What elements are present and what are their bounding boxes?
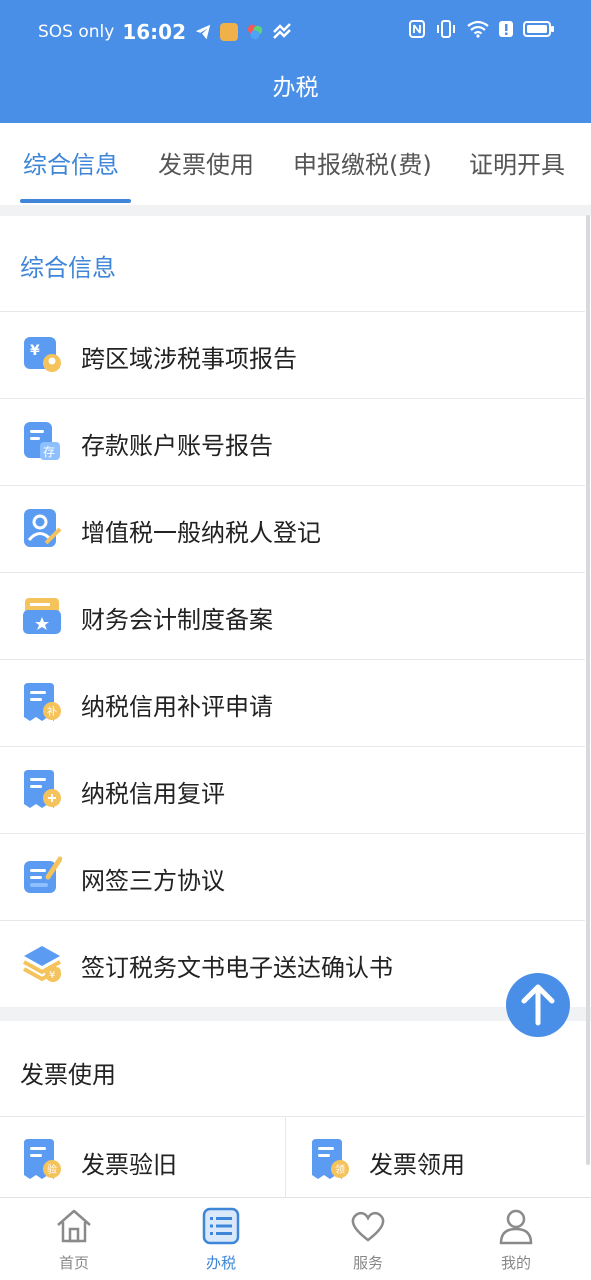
accounting-folder-icon: [23, 598, 61, 634]
list-item-credit-supplement[interactable]: 补 纳税信用补评申请: [0, 660, 585, 746]
battery-icon: [523, 21, 554, 37]
nav-label: 服务: [352, 1254, 383, 1272]
deposit-account-icon: 存: [24, 422, 60, 460]
vibrate-icon: [437, 20, 455, 38]
svg-text:补: 补: [47, 705, 57, 718]
nav-service[interactable]: 服务: [318, 1206, 418, 1273]
online-agreement-icon: [24, 856, 62, 893]
list-item-label: 增值税一般纳税人登记: [81, 519, 321, 547]
svg-text:¥: ¥: [49, 970, 55, 981]
list-item-deposit-account[interactable]: 存 存款账户账号报告: [0, 399, 585, 485]
list-item-e-delivery[interactable]: ¥ 签订税务文书电子送达确认书: [0, 921, 585, 1007]
list-item-label: 存款账户账号报告: [81, 432, 273, 460]
section-title-general: 综合信息: [20, 254, 116, 282]
grid-item-invoice-receive[interactable]: 领 发票领用: [288, 1117, 573, 1199]
tab-general-info[interactable]: 综合信息: [23, 145, 119, 180]
arrow-up-icon: [521, 984, 555, 1026]
tab-bar: 综合信息 发票使用 申报缴税(费) 证明开具: [0, 123, 591, 205]
list-item-vat-taxpayer[interactable]: 增值税一般纳税人登记: [0, 486, 585, 572]
page-title: 办税: [272, 75, 319, 101]
heart-icon: [351, 1211, 385, 1242]
top-bar: SOS only 16:02 办税: [0, 0, 591, 123]
cross-region-report-icon: ¥: [24, 337, 61, 372]
status-right: [409, 20, 555, 38]
nav-mine[interactable]: 我的: [466, 1206, 566, 1273]
nav-label: 首页: [58, 1254, 89, 1272]
status-time: 16:02: [122, 20, 186, 44]
list-item-credit-review[interactable]: 纳税信用复评: [0, 747, 585, 833]
user-icon: [499, 1209, 533, 1245]
grid-item-invoice-verify[interactable]: 验 发票验旧: [0, 1117, 285, 1199]
wifi-icon: [467, 20, 489, 38]
list-item-label: 纳税信用复评: [81, 780, 225, 808]
grid-item-label: 发票领用: [369, 1151, 465, 1179]
grid-divider: [285, 1117, 286, 1197]
credit-supplement-icon: 补: [24, 683, 61, 721]
list-item-online-agreement[interactable]: 网签三方协议: [0, 834, 585, 920]
tax-list-icon: [202, 1207, 240, 1245]
app-notification-icon: [220, 23, 238, 41]
list-item-label: 签订税务文书电子送达确认书: [81, 954, 393, 982]
scroll-to-top-button[interactable]: [506, 973, 570, 1037]
list-item-label: 网签三方协议: [81, 867, 225, 895]
section-title-invoice: 发票使用: [20, 1061, 116, 1089]
network-status-text: SOS only: [38, 22, 115, 42]
nav-label: 办税: [205, 1254, 236, 1272]
vat-taxpayer-icon: [24, 509, 62, 547]
section-gap: [0, 1007, 591, 1021]
list-item-label: 纳税信用补评申请: [81, 693, 273, 721]
active-tab-indicator: [20, 199, 131, 203]
invoice-receive-icon: 领: [312, 1139, 349, 1179]
screen: SOS only 16:02 办税 综合信息 发票使用 申报缴税(费) 证明开具: [0, 0, 591, 1280]
tab-declare-pay[interactable]: 申报缴税(费): [293, 145, 432, 180]
svg-text:领: 领: [335, 1163, 345, 1176]
telegram-icon: [195, 24, 211, 40]
tab-certificate[interactable]: 证明开具: [469, 145, 565, 180]
bottom-navigation: 首页 办税 服务 我的: [0, 1197, 591, 1280]
credit-review-icon: [24, 770, 61, 808]
status-bar: SOS only 16:02: [0, 0, 591, 62]
list-item-accounting-filing[interactable]: 财务会计制度备案: [0, 573, 585, 659]
e-delivery-icon: ¥: [23, 946, 61, 982]
nav-label: 我的: [500, 1254, 531, 1272]
grid-item-label: 发票验旧: [81, 1151, 177, 1179]
list-item-cross-region-report[interactable]: ¥ 跨区域涉税事项报告: [0, 312, 585, 398]
tab-invoice-use[interactable]: 发票使用: [158, 145, 254, 180]
home-icon: [57, 1209, 91, 1243]
scrollbar[interactable]: [586, 215, 590, 1165]
section-gap: [0, 205, 591, 216]
invoice-verify-icon: 验: [24, 1139, 61, 1179]
alert-icon: [499, 21, 513, 37]
status-left: SOS only 16:02: [38, 20, 292, 44]
svg-text:存: 存: [43, 445, 55, 459]
list-item-label: 跨区域涉税事项报告: [81, 345, 297, 373]
svg-text:¥: ¥: [30, 343, 40, 359]
nfc-icon: [409, 20, 425, 38]
nav-tax[interactable]: 办税: [171, 1206, 271, 1273]
list-item-label: 财务会计制度备案: [81, 606, 273, 634]
nav-home[interactable]: 首页: [24, 1206, 124, 1273]
link-app-icon: [273, 23, 291, 39]
svg-text:验: 验: [47, 1163, 57, 1176]
colorful-app-icon: [247, 24, 263, 40]
